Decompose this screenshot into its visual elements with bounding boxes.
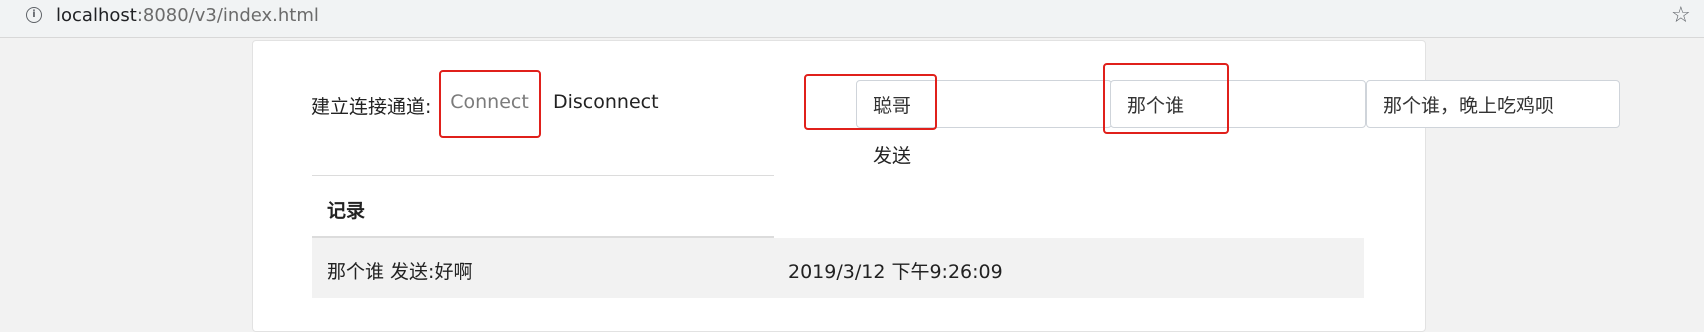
send-button[interactable]: 发送 bbox=[850, 137, 934, 171]
channel-label: 建立连接通道: bbox=[311, 96, 432, 118]
disconnect-button[interactable]: Disconnect bbox=[553, 80, 663, 124]
table-header-records: 记录 bbox=[327, 200, 366, 222]
url-host: localhost bbox=[56, 5, 137, 26]
record-message: 那个谁 发送:好啊 bbox=[327, 261, 473, 283]
recipient-input[interactable] bbox=[1110, 80, 1366, 128]
url-path: :8080/v3/index.html bbox=[136, 5, 319, 26]
table-top-border bbox=[312, 175, 774, 176]
url-text[interactable]: localhost:8080/v3/index.html bbox=[56, 5, 319, 26]
info-icon[interactable]: i bbox=[26, 7, 42, 23]
record-time: 2019/3/12 下午9:26:09 bbox=[788, 261, 1003, 283]
message-input[interactable] bbox=[1366, 80, 1620, 128]
connect-button[interactable]: Connect bbox=[441, 80, 538, 124]
bookmark-star-icon[interactable]: ☆ bbox=[1671, 3, 1691, 28]
name-input[interactable] bbox=[856, 80, 1112, 128]
browser-address-bar: i localhost:8080/v3/index.html ☆ bbox=[0, 0, 1704, 38]
